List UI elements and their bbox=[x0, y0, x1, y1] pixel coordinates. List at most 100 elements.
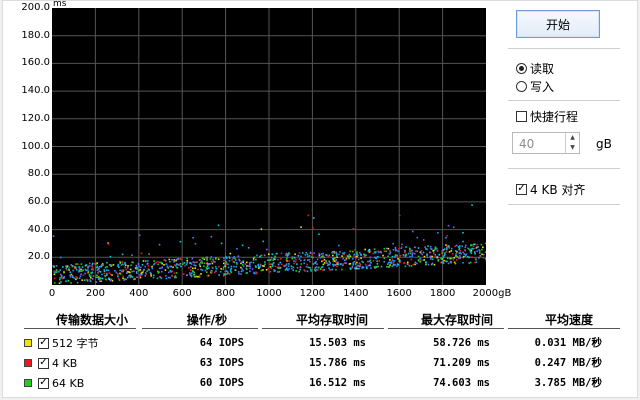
scatter-point bbox=[331, 250, 334, 253]
scatter-point bbox=[250, 261, 252, 264]
scatter-point bbox=[296, 267, 299, 269]
scatter-point bbox=[310, 268, 312, 271]
scatter-point bbox=[288, 263, 290, 265]
scatter-point bbox=[393, 256, 396, 258]
x-tick-label: 600 bbox=[172, 288, 192, 299]
scatter-point bbox=[190, 265, 192, 268]
scatter-point bbox=[397, 264, 400, 266]
scatter-point bbox=[207, 267, 210, 269]
series-visible-checkbox[interactable]: ✓ bbox=[38, 357, 49, 369]
scatter-point bbox=[294, 253, 296, 256]
scatter-point bbox=[286, 255, 289, 257]
scatter-point bbox=[353, 267, 356, 270]
scatter-point bbox=[469, 251, 472, 253]
scatter-point bbox=[406, 261, 409, 264]
scatter-point bbox=[433, 263, 436, 266]
col-avg-access: 平均存取时间 bbox=[295, 312, 368, 327]
scatter-point bbox=[124, 278, 126, 280]
scatter-point bbox=[459, 255, 461, 257]
scatter-point bbox=[76, 281, 79, 284]
stepper-up-icon[interactable]: ▲ bbox=[566, 133, 579, 143]
scatter-point bbox=[200, 273, 202, 275]
scatter-point bbox=[60, 276, 63, 279]
scatter-point bbox=[85, 264, 88, 266]
avg-access-time-cell: 15.786 ms bbox=[309, 357, 366, 369]
scatter-point bbox=[309, 261, 311, 263]
scatter-point bbox=[129, 268, 132, 271]
scatter-point bbox=[201, 257, 204, 259]
scatter-point bbox=[82, 274, 85, 277]
scatter-point bbox=[81, 270, 83, 273]
scatter-point bbox=[284, 269, 287, 271]
avg-access-time-cell: 16.512 ms bbox=[309, 377, 366, 389]
scatter-point bbox=[334, 257, 336, 259]
scatter-point bbox=[479, 250, 481, 252]
scatter-point bbox=[168, 258, 171, 261]
scatter-point bbox=[348, 256, 350, 259]
seek-distance-stepper[interactable]: 40 ▲ ▼ bbox=[512, 132, 580, 154]
scatter-point bbox=[241, 261, 243, 264]
scatter-point bbox=[224, 262, 227, 264]
scatter-point bbox=[300, 255, 302, 258]
scatter-point bbox=[353, 255, 355, 257]
scatter-point bbox=[388, 249, 391, 252]
scatter-point bbox=[468, 262, 471, 264]
scatter-point bbox=[125, 268, 127, 271]
write-radio[interactable]: 写入 bbox=[516, 78, 554, 94]
transfer-size-label: 512 字节 bbox=[52, 337, 99, 350]
scatter-point bbox=[78, 268, 81, 270]
scatter-point bbox=[156, 277, 159, 280]
scatter-point bbox=[126, 276, 129, 279]
scatter-point bbox=[72, 264, 74, 267]
scatter-point bbox=[411, 230, 414, 233]
scatter-point bbox=[475, 258, 477, 261]
scatter-point bbox=[167, 276, 170, 279]
scatter-point bbox=[322, 263, 325, 266]
scatter-point bbox=[414, 261, 417, 264]
scatter-point bbox=[267, 259, 269, 262]
scatter-point bbox=[146, 270, 148, 272]
scatter-point bbox=[335, 259, 338, 261]
scatter-point bbox=[440, 257, 442, 260]
scatter-point bbox=[380, 265, 383, 268]
scatter-point bbox=[474, 261, 476, 264]
stepper-arrows[interactable]: ▲ ▼ bbox=[565, 133, 579, 153]
scatter-point bbox=[358, 265, 361, 268]
scatter-point bbox=[85, 278, 88, 281]
scatter-point bbox=[87, 270, 90, 273]
scatter-point bbox=[140, 273, 143, 276]
series-visible-checkbox[interactable]: ✓ bbox=[38, 337, 49, 349]
scatter-point bbox=[67, 280, 70, 282]
col-max-access: 最大存取时间 bbox=[420, 312, 493, 327]
scatter-point bbox=[442, 250, 444, 253]
scatter-point bbox=[321, 266, 324, 268]
scatter-point bbox=[313, 252, 315, 254]
checkbox-unchecked-icon bbox=[516, 110, 527, 122]
scatter-point bbox=[127, 266, 129, 269]
scatter-point bbox=[336, 256, 338, 259]
scatter-point bbox=[322, 252, 324, 255]
align-4kb-label: 4 KB 对齐 bbox=[530, 182, 586, 197]
y-tick-label: 40.0 bbox=[27, 223, 50, 235]
header-underline bbox=[508, 328, 620, 329]
quick-seek-checkbox[interactable]: 快捷行程 bbox=[516, 108, 578, 124]
scatter-point bbox=[351, 250, 354, 253]
scatter-point bbox=[190, 272, 193, 275]
scatter-point bbox=[155, 261, 158, 264]
stepper-down-icon[interactable]: ▼ bbox=[566, 143, 579, 153]
scatter-point bbox=[425, 261, 427, 264]
align-4kb-checkbox[interactable]: ✓ 4 KB 对齐 bbox=[516, 181, 585, 197]
scatter-point bbox=[422, 251, 425, 254]
scatter-point bbox=[150, 275, 153, 277]
scatter-point bbox=[203, 265, 205, 267]
series-visible-checkbox[interactable]: ✓ bbox=[38, 377, 49, 389]
scatter-point bbox=[91, 268, 94, 271]
scatter-point bbox=[454, 262, 457, 265]
series-color-swatch bbox=[24, 339, 32, 347]
start-button[interactable]: 开始 bbox=[516, 10, 600, 38]
read-radio[interactable]: 读取 bbox=[516, 60, 554, 76]
scatter-point bbox=[143, 268, 145, 271]
scatter-point bbox=[413, 252, 416, 255]
scatter-point bbox=[107, 269, 110, 272]
scatter-point bbox=[357, 258, 360, 261]
